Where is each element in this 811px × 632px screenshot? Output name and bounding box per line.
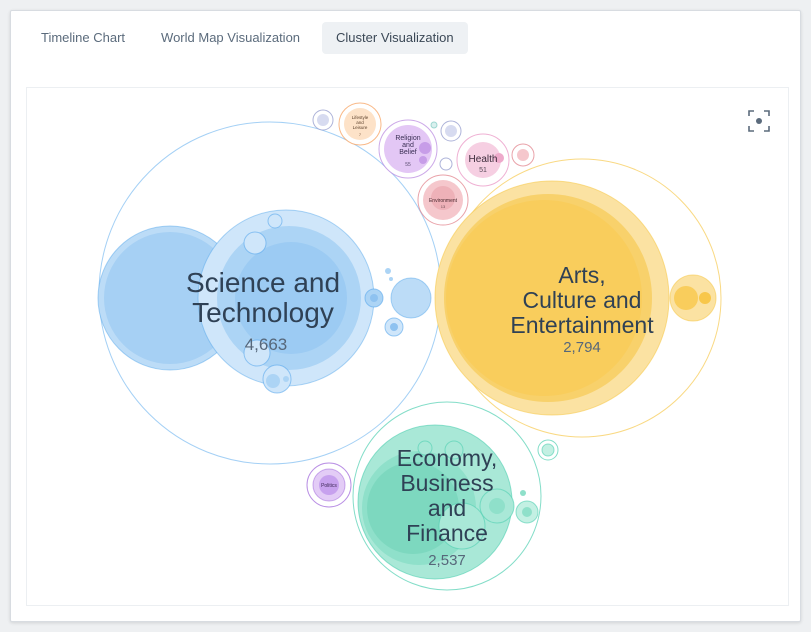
cluster-science-line-1: Science and <box>186 267 340 298</box>
cluster-economy-line-3: and <box>428 495 466 521</box>
visualization-card: Timeline Chart World Map Visualization C… <box>10 10 801 622</box>
cluster-arts-count: 2,794 <box>563 339 601 356</box>
cluster-arts-culture-entertainment[interactable]: Arts, Culture and Entertainment 2,794 <box>434 158 722 438</box>
cluster-religion-line-2: and <box>402 142 414 149</box>
cluster-small-2[interactable] <box>440 120 462 142</box>
cluster-lifestyle-and-leisure[interactable]: Lifestyle and Leisure 7 <box>338 102 382 146</box>
cluster-politics-label: Politics <box>321 483 337 489</box>
cluster-health[interactable]: Health 51 <box>456 133 510 187</box>
cluster-religion-line-3: Belief <box>399 149 417 156</box>
cluster-science-line-2: Technology <box>192 297 334 328</box>
cluster-economy-label: Economy, Business and Finance <box>397 445 498 546</box>
cluster-small-3[interactable] <box>430 121 438 129</box>
tab-timeline-chart[interactable]: Timeline Chart <box>27 22 139 54</box>
cluster-arts-line-1: Arts, <box>558 262 605 288</box>
cluster-bubble-chart[interactable]: Science and Technology 4,663 Arts, Culture… <box>27 88 788 605</box>
view-tabs: Timeline Chart World Map Visualization C… <box>27 22 468 54</box>
cluster-religion-count: 55 <box>405 162 411 168</box>
cluster-politics[interactable]: Politics <box>306 462 352 508</box>
cluster-religion-and-belief[interactable]: Religion and Belief 55 <box>378 119 438 179</box>
cluster-small-5[interactable] <box>511 143 535 167</box>
cluster-economy-count: 2,537 <box>428 552 466 569</box>
cluster-arts-line-3: Entertainment <box>510 312 654 338</box>
cluster-small-1[interactable] <box>312 109 334 131</box>
focus-frame-icon[interactable] <box>748 110 770 132</box>
cluster-economy-line-4: Finance <box>406 520 488 546</box>
cluster-economy-business-finance[interactable]: Economy, Business and Finance 2,537 <box>352 401 559 591</box>
cluster-visualization-canvas[interactable]: Science and Technology 4,663 Arts, Culture… <box>26 87 789 606</box>
cluster-science-count: 4,663 <box>245 335 288 354</box>
cluster-science-and-technology[interactable]: Science and Technology 4,663 <box>97 121 442 465</box>
cluster-environment-count: 13 <box>441 204 446 209</box>
tab-world-map-visualization[interactable]: World Map Visualization <box>147 22 314 54</box>
cluster-science-label: Science and Technology <box>186 267 340 328</box>
cluster-small-4[interactable] <box>439 157 453 171</box>
cluster-environment[interactable]: Environment 13 <box>417 174 469 226</box>
cluster-economy-line-2: Business <box>400 470 493 496</box>
cluster-economy-line-1: Economy, <box>397 445 498 471</box>
cluster-religion-line-1: Religion <box>395 135 420 142</box>
cluster-health-label: Health <box>469 154 498 165</box>
cluster-health-count: 51 <box>479 167 487 174</box>
cluster-arts-line-2: Culture and <box>523 287 642 313</box>
cluster-lifestyle-line-3: Leisure <box>353 125 368 130</box>
tab-cluster-visualization[interactable]: Cluster Visualization <box>322 22 468 54</box>
